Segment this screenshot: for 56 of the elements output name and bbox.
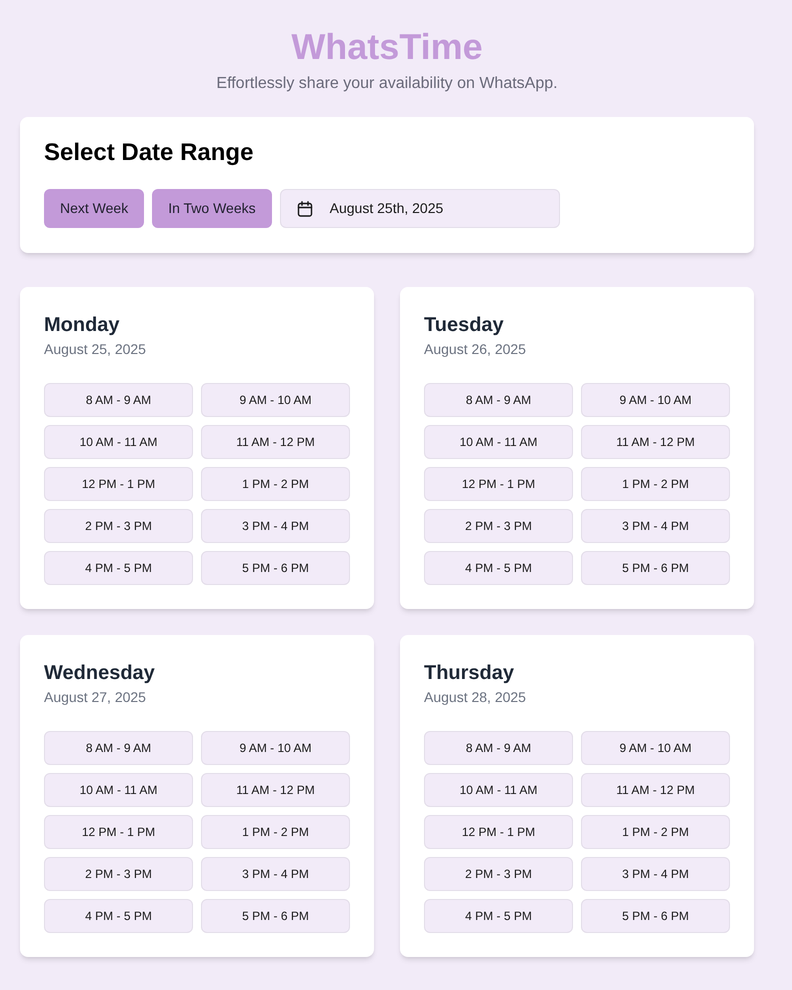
time-slot-button[interactable]: 1 PM - 2 PM <box>201 467 350 501</box>
time-slot-button[interactable]: 10 AM - 11 AM <box>44 425 193 459</box>
time-slot-button[interactable]: 3 PM - 4 PM <box>581 857 730 891</box>
time-slot-button[interactable]: 5 PM - 6 PM <box>581 899 730 933</box>
time-slot-button[interactable]: 10 AM - 11 AM <box>424 425 573 459</box>
time-slot-button[interactable]: 5 PM - 6 PM <box>201 551 350 585</box>
day-name: Monday <box>44 313 121 338</box>
time-slot-button[interactable]: 2 PM - 3 PM <box>424 857 573 891</box>
time-slot-button[interactable]: 2 PM - 3 PM <box>424 509 573 543</box>
time-slot-button[interactable]: 10 AM - 11 AM <box>424 773 573 807</box>
time-slot-button[interactable]: 8 AM - 9 AM <box>424 383 573 417</box>
time-slot-button[interactable]: 2 PM - 3 PM <box>44 857 193 891</box>
day-date: August 25, 2025 <box>44 340 147 359</box>
time-slot-button[interactable]: 1 PM - 2 PM <box>201 815 350 849</box>
time-slot-button[interactable]: 12 PM - 1 PM <box>424 815 573 849</box>
calendar-icon <box>296 200 313 216</box>
day-date: August 26, 2025 <box>424 340 527 359</box>
time-slot-button[interactable]: 11 AM - 12 PM <box>201 425 350 459</box>
time-slot-button[interactable]: 8 AM - 9 AM <box>44 383 193 417</box>
time-slot-button[interactable]: 9 AM - 10 AM <box>581 383 730 417</box>
time-slot-button[interactable]: 11 AM - 12 PM <box>581 425 730 459</box>
time-slot-button[interactable]: 12 PM - 1 PM <box>44 815 193 849</box>
time-slot-button[interactable]: 2 PM - 3 PM <box>44 509 193 543</box>
preset-button[interactable]: Next Week <box>44 189 144 228</box>
time-slot-button[interactable]: 11 AM - 12 PM <box>201 773 350 807</box>
time-slot-button[interactable]: 9 AM - 10 AM <box>201 731 350 765</box>
time-slot-button[interactable]: 12 PM - 1 PM <box>424 467 573 501</box>
time-slot-button[interactable]: 9 AM - 10 AM <box>201 383 350 417</box>
time-slot-button[interactable]: 9 AM - 10 AM <box>581 731 730 765</box>
date-picker-field[interactable]: August 25th, 2025 <box>280 189 560 228</box>
day-name: Wednesday <box>44 661 156 686</box>
preset-button[interactable]: In Two Weeks <box>152 189 272 228</box>
day-name: Thursday <box>424 661 516 686</box>
day-date: August 28, 2025 <box>424 688 527 707</box>
time-slot-button[interactable]: 5 PM - 6 PM <box>581 551 730 585</box>
time-slot-button[interactable]: 3 PM - 4 PM <box>581 509 730 543</box>
time-slot-button[interactable]: 11 AM - 12 PM <box>581 773 730 807</box>
time-slot-button[interactable]: 10 AM - 11 AM <box>44 773 193 807</box>
date-value: August 25th, 2025 <box>330 199 444 218</box>
time-slot-button[interactable]: 1 PM - 2 PM <box>581 815 730 849</box>
time-slot-button[interactable]: 3 PM - 4 PM <box>201 857 350 891</box>
section-title: Select Date Range <box>44 141 254 165</box>
app-subtitle: Effortlessly share your availability on WhatsApp. <box>216 74 558 94</box>
time-slot-button[interactable]: 4 PM - 5 PM <box>44 899 193 933</box>
day-date: August 27, 2025 <box>44 688 147 707</box>
day-name: Tuesday <box>424 313 505 338</box>
time-slot-button[interactable]: 8 AM - 9 AM <box>44 731 193 765</box>
time-slot-button[interactable]: 4 PM - 5 PM <box>424 899 573 933</box>
time-slot-button[interactable]: 8 AM - 9 AM <box>424 731 573 765</box>
time-slot-button[interactable]: 4 PM - 5 PM <box>424 551 573 585</box>
time-slot-button[interactable]: 3 PM - 4 PM <box>201 509 350 543</box>
time-slot-button[interactable]: 5 PM - 6 PM <box>201 899 350 933</box>
time-slot-button[interactable]: 4 PM - 5 PM <box>44 551 193 585</box>
app-title: WhatsTime <box>291 25 483 69</box>
time-slot-button[interactable]: 1 PM - 2 PM <box>581 467 730 501</box>
time-slot-button[interactable]: 12 PM - 1 PM <box>44 467 193 501</box>
